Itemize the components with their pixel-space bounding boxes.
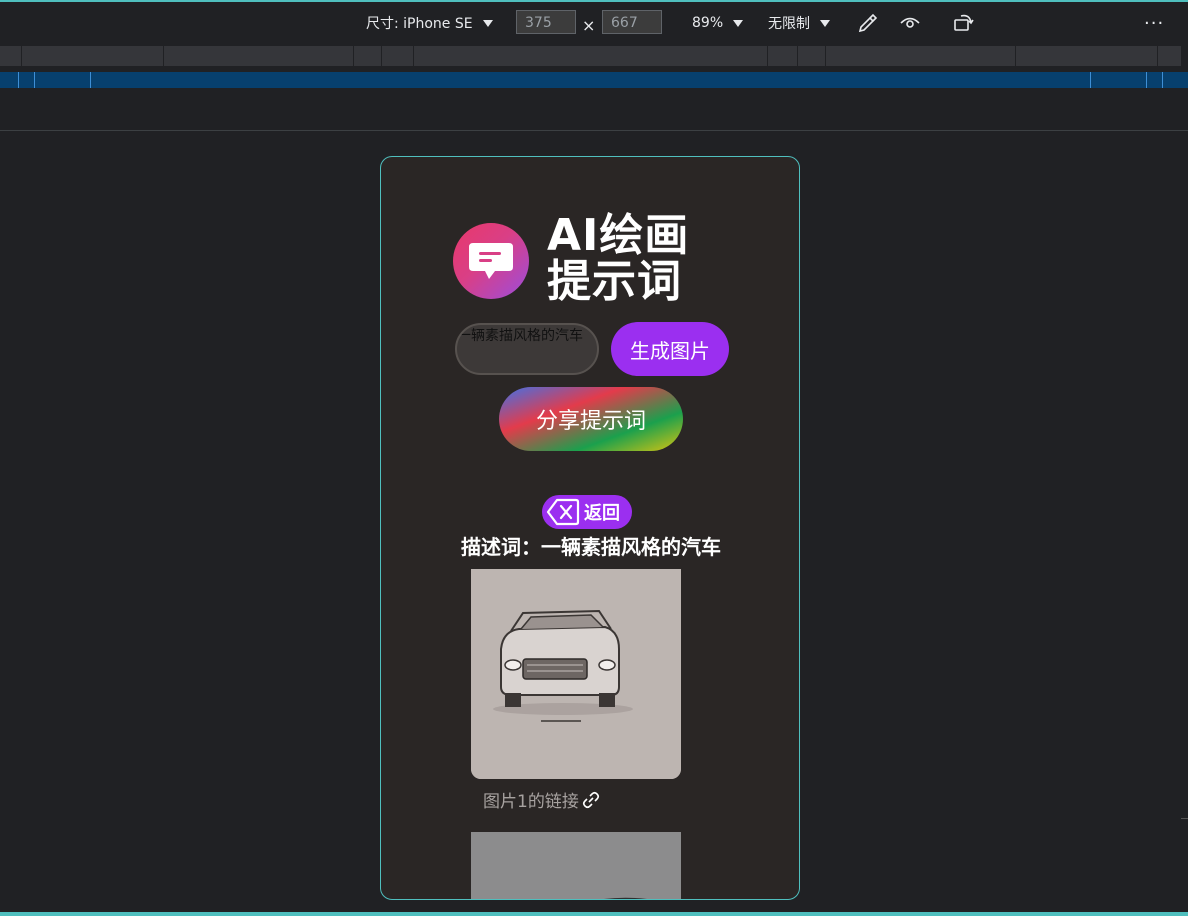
car-sketch-image [471,832,681,899]
media-query-segment[interactable] [798,46,826,66]
throttle-label: 无限制 [768,16,810,32]
media-query-segment[interactable] [164,46,354,66]
ruler [0,72,1188,88]
image-link[interactable]: 图片1的链接 [483,787,601,812]
ruler-tick [1090,72,1091,88]
media-query-segment[interactable] [1016,46,1158,66]
zoom-select[interactable]: 89% [692,2,744,44]
chevron-down-icon [733,19,744,27]
back-button[interactable]: 返回 [542,495,632,529]
window-bottom-border [0,912,1188,916]
link-icon [582,791,599,808]
rotate-icon[interactable] [952,11,976,35]
eyedropper-icon[interactable] [856,11,880,35]
chat-bubble-icon [469,243,513,279]
ruler-tick [34,72,35,88]
throttle-select[interactable]: 无限制 [768,2,830,44]
device-viewport: AI绘画 提示词 一辆素描风格的汽车 生成图片 分享提示词 返回 描述词：一辆素… [380,156,800,900]
width-input[interactable]: 375 [516,10,576,34]
media-query-segment[interactable] [354,46,382,66]
generated-image-1[interactable] [471,569,681,779]
eye-icon[interactable] [898,11,922,35]
media-query-segment[interactable] [0,46,22,66]
ruler-tick [18,72,19,88]
zoom-label: 89% [692,15,724,31]
media-query-segment[interactable] [768,46,798,66]
divider [0,130,1188,131]
description-text: 描述词：一辆素描风格的汽车 [461,535,721,559]
chevron-down-icon [820,19,830,27]
divider [1181,818,1188,819]
app-title-line: AI绘画 [547,210,690,261]
back-button-label: 返回 [584,503,620,524]
generate-image-button[interactable]: 生成图片 [611,322,729,376]
app-title-line: 提示词 [547,256,682,307]
media-query-segment[interactable] [826,46,1016,66]
device-toolbar: 尺寸: iPhone SE 375 × 667 89% 无限制 ··· [0,2,1188,44]
media-query-bar[interactable] [0,44,1188,66]
backspace-icon [546,498,580,526]
times-separator: × [582,15,596,35]
ruler-tick [1146,72,1147,88]
more-options-icon[interactable]: ··· [1144,11,1164,35]
media-query-segment[interactable] [414,46,768,66]
device-dimension-label: 尺寸: iPhone SE [366,16,473,32]
chevron-down-icon [482,19,493,27]
media-query-segment[interactable] [1158,46,1182,66]
ruler-tick [90,72,91,88]
prompt-input[interactable]: 一辆素描风格的汽车 [455,323,599,375]
media-query-segment[interactable] [382,46,414,66]
car-sketch-image [471,569,681,779]
share-prompt-button[interactable]: 分享提示词 [499,387,683,451]
height-input[interactable]: 667 [602,10,662,34]
device-dimension-select[interactable]: 尺寸: iPhone SE [366,2,493,44]
generated-image-2[interactable] [471,832,681,899]
image-link-label: 图片1的链接 [483,792,579,812]
app-title: AI绘画 提示词 [547,213,717,305]
ruler-tick [1162,72,1163,88]
app-logo [453,223,529,299]
media-query-segment[interactable] [22,46,164,66]
